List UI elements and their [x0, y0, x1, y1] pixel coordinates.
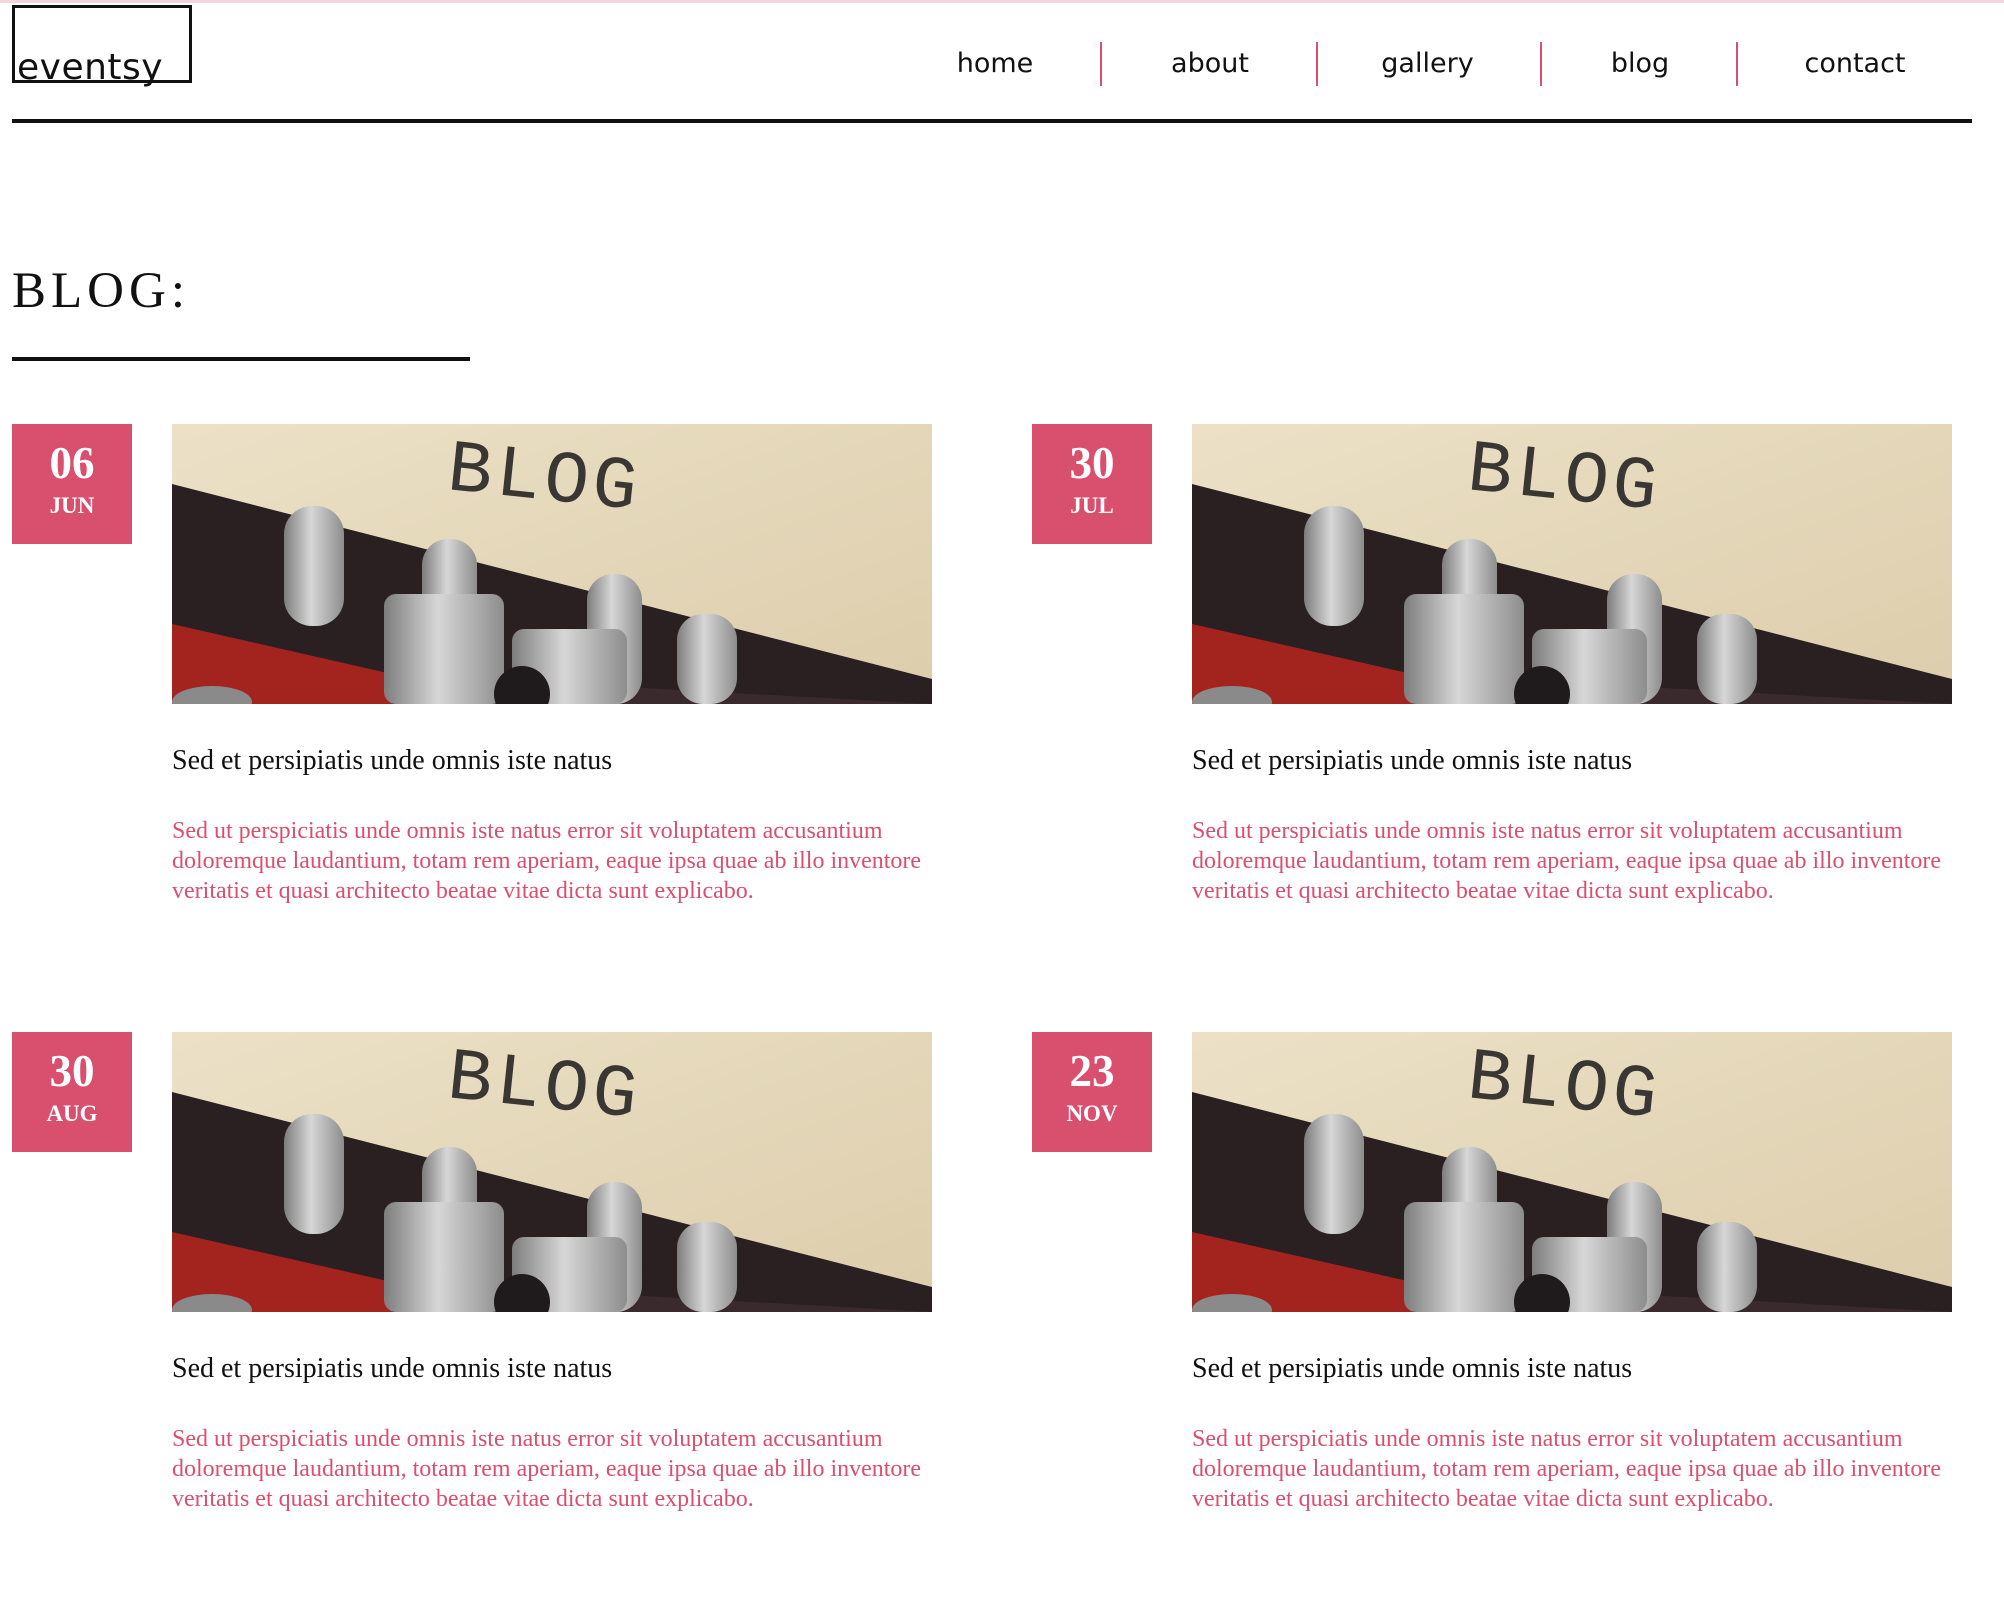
typebar-1: [1304, 506, 1364, 626]
date-month: JUL: [1070, 493, 1114, 518]
typewriter-photo: BLOG: [1192, 1032, 1952, 1312]
nav-about-link[interactable]: about: [1150, 40, 1270, 88]
date-badge: 23 NOV: [1032, 1032, 1152, 1152]
nav-divider: [1316, 42, 1318, 86]
post-excerpt: Sed ut perspiciatis unde omnis iste natu…: [1192, 818, 1942, 904]
post-title[interactable]: Sed et persipiatis unde omnis iste natus: [1192, 744, 1632, 778]
date-month: JUN: [49, 493, 95, 518]
typebar-3: [1404, 1202, 1524, 1312]
post-image[interactable]: BLOG: [172, 1032, 932, 1312]
blog-post-card: 06 JUN BLOG Sed et persipiatis unde omni…: [12, 424, 992, 1004]
page-title: BLOG:: [12, 263, 190, 319]
blog-post-card: 23 NOV BLOG Sed et persipiatis unde omni…: [1032, 1032, 2004, 1612]
date-badge: 30 JUL: [1032, 424, 1152, 544]
date-badge: 06 JUN: [12, 424, 132, 544]
blog-post-card: 30 JUL BLOG Sed et persipiatis unde omni…: [1032, 424, 2004, 1004]
date-day: 30: [1069, 438, 1115, 488]
date-day: 30: [49, 1046, 95, 1096]
typebar-3: [384, 1202, 504, 1312]
nav-divider: [1540, 42, 1542, 86]
typewriter-photo: BLOG: [172, 1032, 932, 1312]
nav-blog-link[interactable]: blog: [1590, 40, 1690, 88]
date-day: 23: [1069, 1046, 1115, 1096]
top-accent-line: [0, 0, 2004, 3]
typebar-3: [384, 594, 504, 704]
date-month: NOV: [1066, 1101, 1118, 1126]
typebar-6: [677, 614, 737, 704]
nav-home-link[interactable]: home: [940, 40, 1050, 88]
typebar-6: [1697, 614, 1757, 704]
post-title[interactable]: Sed et persipiatis unde omnis iste natus: [172, 1352, 612, 1386]
brand-logo[interactable]: eventsy: [12, 5, 192, 88]
typewriter-photo: BLOG: [1192, 424, 1952, 704]
date-badge: 30 AUG: [12, 1032, 132, 1152]
post-excerpt: Sed ut perspiciatis unde omnis iste natu…: [172, 1426, 922, 1512]
typebar-1: [284, 1114, 344, 1234]
date-day: 06: [49, 438, 95, 488]
typewriter-photo: BLOG: [172, 424, 932, 704]
brand-name: eventsy: [17, 47, 164, 88]
post-image[interactable]: BLOG: [1192, 424, 1952, 704]
post-image[interactable]: BLOG: [1192, 1032, 1952, 1312]
nav-contact-link[interactable]: contact: [1790, 40, 1920, 88]
header-divider: [12, 119, 1972, 123]
typebar-6: [677, 1222, 737, 1312]
post-title[interactable]: Sed et persipiatis unde omnis iste natus: [1192, 1352, 1632, 1386]
nav-divider: [1736, 42, 1738, 86]
nav-divider: [1100, 42, 1102, 86]
nav-gallery-link[interactable]: gallery: [1370, 40, 1485, 88]
post-image[interactable]: BLOG: [172, 424, 932, 704]
title-underline: [12, 357, 470, 361]
blog-post-card: 30 AUG BLOG Sed et persipiatis unde omni…: [12, 1032, 992, 1612]
post-excerpt: Sed ut perspiciatis unde omnis iste natu…: [172, 818, 922, 904]
date-month: AUG: [46, 1101, 98, 1126]
post-excerpt: Sed ut perspiciatis unde omnis iste natu…: [1192, 1426, 1942, 1512]
post-title[interactable]: Sed et persipiatis unde omnis iste natus: [172, 744, 612, 778]
typebar-3: [1404, 594, 1524, 704]
typebar-1: [284, 506, 344, 626]
typebar-6: [1697, 1222, 1757, 1312]
typebar-1: [1304, 1114, 1364, 1234]
